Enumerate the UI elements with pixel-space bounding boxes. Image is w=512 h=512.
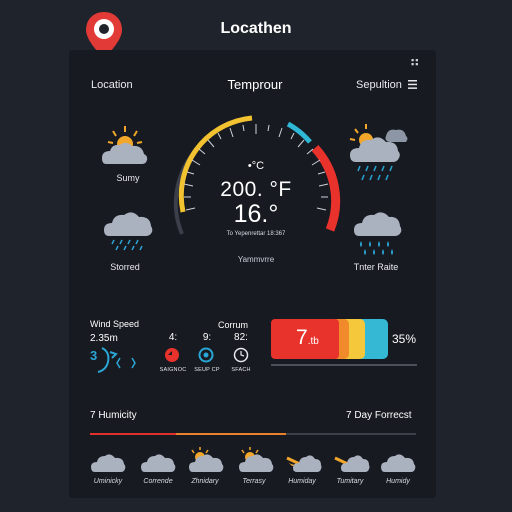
sun-cloud-icon: [102, 126, 148, 164]
wind-speed-value: 2.35m: [90, 333, 118, 344]
stat-caption-3: SFACH: [231, 367, 251, 373]
location-label[interactable]: Location: [91, 79, 133, 91]
forecast-day-4: Terrasy: [242, 478, 266, 485]
forecast-day-1: Uminicky: [93, 478, 123, 485]
bar-main-number: 7: [296, 326, 308, 349]
rain-cloud-icon-right: [354, 212, 402, 255]
forecast-day-2: Corrende: [143, 478, 173, 485]
svg-text:3: 3: [90, 348, 97, 363]
sun-cloud-icon[interactable]: [236, 446, 274, 474]
gauge-caption: Yammvrre: [237, 255, 275, 264]
forecast-day-7: Humidy: [386, 478, 410, 485]
cloud-icon[interactable]: [380, 450, 416, 474]
pressure-icon: [165, 348, 179, 362]
left-weather-label-2: Storred: [110, 262, 140, 272]
clock-icon: [233, 347, 249, 363]
gauge-value-primary: 200. °F: [220, 178, 292, 201]
app-title: Locathen: [220, 20, 292, 37]
left-weather-label-1: Sumy: [116, 173, 140, 183]
wind-speed-label: Wind Speed: [90, 319, 140, 329]
menu-icon[interactable]: [408, 80, 417, 89]
layered-bar-indicator: [271, 319, 388, 359]
divider-accent-red: [90, 433, 176, 435]
rain-cloud-icon: [104, 212, 153, 251]
forecast-day-6: Tumitary: [336, 478, 364, 485]
sun-cloud-icon[interactable]: [186, 446, 224, 474]
humidity-title: 7 Humicity: [90, 410, 137, 421]
stat-value-1: 4:: [168, 332, 178, 343]
speed-dial-icon: [198, 347, 214, 363]
wind-direction-icon: 3: [90, 347, 136, 373]
forecast-day-3: Zhnidary: [191, 478, 219, 485]
cloud-icon[interactable]: [90, 450, 126, 474]
gauge-value-secondary: 16.°: [233, 200, 279, 228]
temperature-title: Temprour: [227, 77, 283, 92]
moon-cloud-icon[interactable]: [332, 448, 370, 474]
bar-baseline: [271, 364, 417, 366]
moon-cloud-icon[interactable]: [284, 448, 322, 474]
right-weather-label-2: Tnter Raite: [353, 262, 399, 272]
gauge-unit: •°C: [247, 160, 265, 172]
stat-value-2: 9:: [202, 332, 212, 343]
percent-value: 35%: [392, 332, 417, 346]
stat-value-3: 82:: [234, 332, 248, 343]
divider-accent-orange: [176, 433, 286, 435]
more-options-icon[interactable]: ▪▪ ▪▪: [411, 56, 419, 69]
cloud-icon[interactable]: [140, 450, 176, 474]
bar-main-value: 7.tb: [296, 326, 319, 350]
gauge-subtext: To Yepenrettar 18:367: [226, 231, 286, 237]
storm-cloud-icon: [349, 124, 408, 181]
sepultion-label[interactable]: Sepultion: [356, 79, 402, 91]
forecast-title: 7 Day Forrecst: [346, 410, 412, 421]
bar-suffix: .tb: [307, 336, 319, 347]
forecast-day-5: Humiday: [288, 478, 316, 485]
column-label: Corrum: [218, 320, 249, 330]
